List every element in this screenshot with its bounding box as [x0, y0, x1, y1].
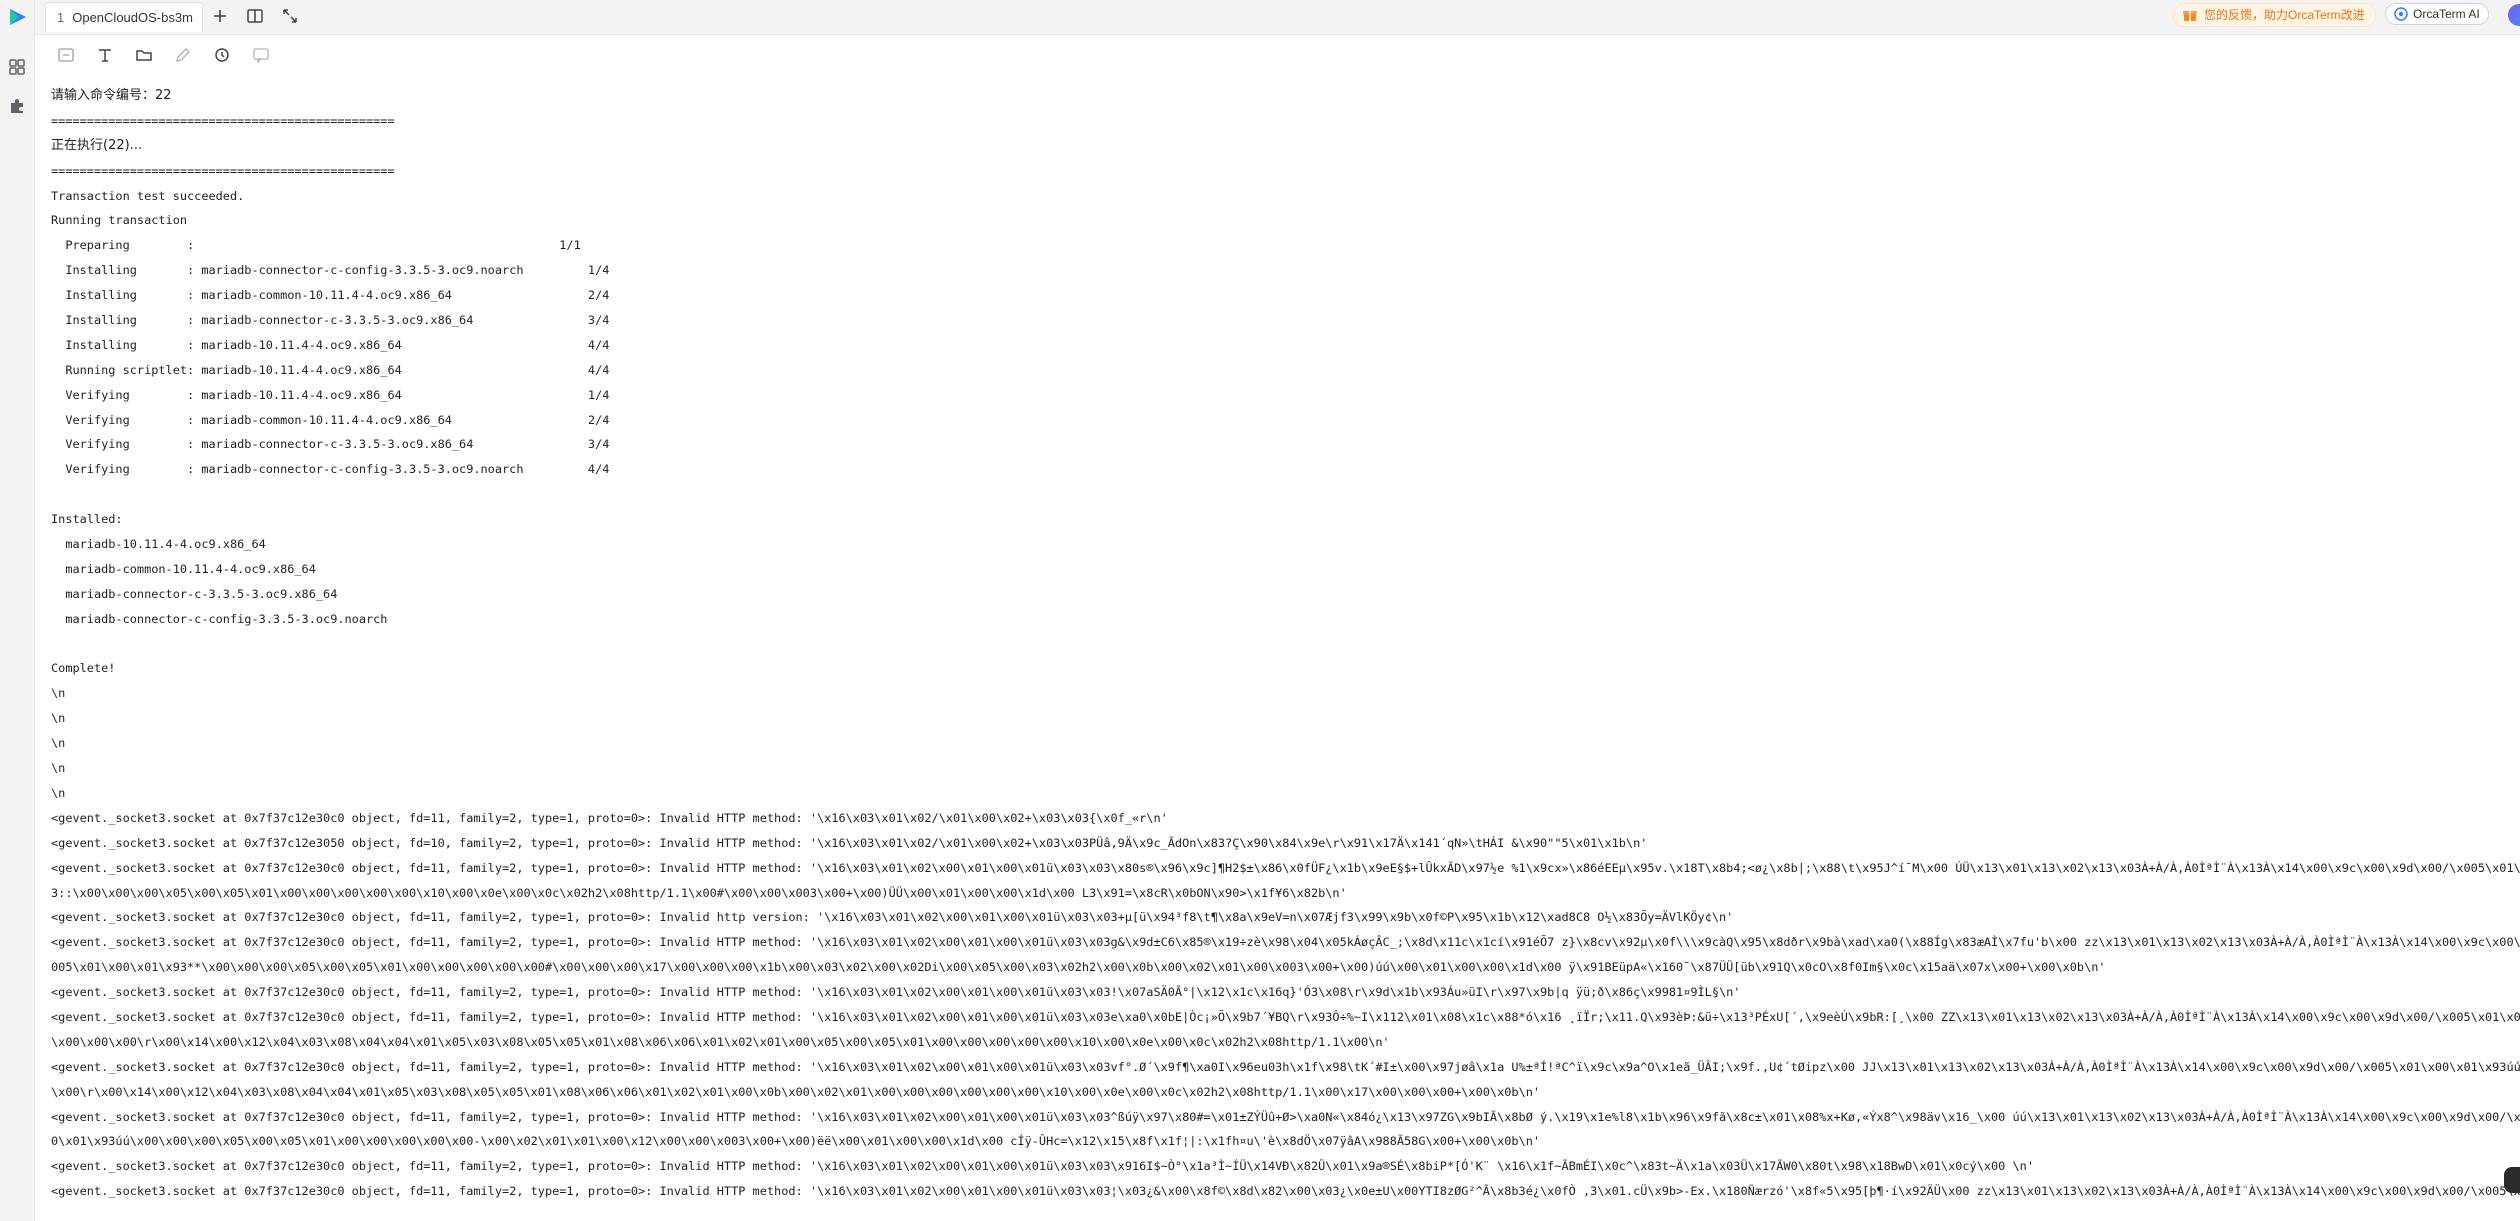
tab-session[interactable]: 1 OpenCloudOS-bs3m [45, 2, 203, 32]
terminal-toolbar [35, 35, 2520, 75]
terminal-line: \x00\x00\x00\r\x00\x14\x00\x12\x04\x03\x… [51, 1034, 1390, 1049]
add-tab-icon[interactable] [210, 6, 230, 26]
puzzle-icon[interactable] [8, 97, 26, 115]
terminal-line: <gevent._socket3.socket at 0x7f37c12e30c… [51, 810, 1168, 825]
terminal-line: \n [51, 711, 66, 726]
terminal-line: Running transaction [51, 213, 188, 228]
terminal-line: <gevent._socket3.socket at 0x7f37c12e30c… [51, 935, 2520, 950]
split-view-icon[interactable] [245, 6, 265, 26]
terminal-line: \x00\r\x00\x14\x00\x12\x04\x03\x08\x04\x… [51, 1084, 1541, 1099]
terminal-line: \n [51, 785, 66, 800]
terminal-line: Complete! [51, 661, 116, 676]
terminal-line: mariadb-10.11.4-4.oc9.x86_64 [51, 537, 266, 552]
terminal-line: 3::\x00\x00\x00\x05\x00\x05\x01\x00\x00\… [51, 885, 1347, 900]
ai-label: OrcaTerm AI [2413, 7, 2480, 21]
feedback-label: 您的反馈，助力OrcaTerm改进 [2204, 8, 2365, 22]
terminal-line: mariadb-connector-c-config-3.3.5-3.oc9.n… [51, 611, 388, 626]
terminal-line: <gevent._socket3.socket at 0x7f37c12e30c… [51, 1109, 2520, 1124]
terminal-line: <gevent._socket3.socket at 0x7f37c12e30c… [51, 910, 1734, 925]
terminal-line: <gevent._socket3.socket at 0x7f37c12e30c… [51, 1059, 2520, 1074]
terminal-line: \n [51, 761, 66, 776]
terminal-line: ========================================… [51, 113, 395, 128]
terminal-line: mariadb-common-10.11.4-4.oc9.x86_64 [51, 561, 316, 576]
terminal-line: Installed: [51, 512, 123, 527]
left-rail [0, 0, 35, 1221]
refresh-icon[interactable] [212, 45, 232, 65]
grid-icon[interactable] [8, 58, 26, 76]
chat-icon[interactable] [251, 45, 271, 65]
feedback-button[interactable]: 您的反馈，助力OrcaTerm改进 [2173, 3, 2376, 27]
terminal-line: \n [51, 736, 66, 751]
terminal-line: mariadb-connector-c-3.3.5-3.oc9.x86_64 [51, 586, 338, 601]
terminal-line: Installing : mariadb-10.11.4-4.oc9.x86_6… [51, 337, 610, 352]
terminal-line: 0\x01\x93úú\x00\x00\x00\x05\x00\x05\x01\… [51, 1134, 1541, 1149]
expand-icon[interactable] [280, 6, 300, 26]
terminal-line: ========================================… [51, 163, 395, 178]
terminal-line: Verifying : mariadb-10.11.4-4.oc9.x86_64… [51, 387, 610, 402]
terminal-output[interactable]: 请输入命令编号：22 ==============================… [51, 84, 2520, 1221]
terminal-line: \n [51, 686, 66, 701]
orcaterm-logo-icon[interactable] [7, 6, 29, 28]
avatar[interactable] [2508, 4, 2520, 26]
terminal-line: Transaction test succeeded. [51, 188, 245, 203]
terminal-line: Verifying : mariadb-common-10.11.4-4.oc9… [51, 412, 610, 427]
terminal-line: Preparing : 1/1 [51, 238, 581, 253]
app-window: 1 OpenCloudOS-bs3m 您的反馈，助力OrcaTerm改进 Orc… [0, 0, 2520, 1221]
terminal-line: <gevent._socket3.socket at 0x7f37c12e30c… [51, 1184, 2520, 1199]
terminal-line: 请输入命令编号：22 [51, 88, 172, 103]
tab-bar: 1 OpenCloudOS-bs3m 您的反馈，助力OrcaTerm改进 Orc… [35, 0, 2520, 35]
terminal-line: <gevent._socket3.socket at 0x7f37c12e30c… [51, 1009, 2520, 1024]
terminal-line: <gevent._socket3.socket at 0x7f37c12e305… [51, 835, 1648, 850]
ai-icon [2394, 7, 2408, 21]
gift-icon [2183, 11, 2197, 21]
terminal-line: Installing : mariadb-connector-c-config-… [51, 263, 610, 278]
edit-icon[interactable] [173, 45, 193, 65]
terminal-line: Verifying : mariadb-connector-c-3.3.5-3.… [51, 437, 610, 452]
terminal-line: Installing : mariadb-common-10.11.4-4.oc… [51, 288, 610, 303]
scroll-to-bottom-button[interactable] [2504, 1167, 2520, 1193]
folder-icon[interactable] [134, 45, 154, 65]
tab-title: OpenCloudOS-bs3m [72, 10, 193, 25]
tab-index: 1 [57, 10, 65, 25]
orcaterm-ai-button[interactable]: OrcaTerm AI [2385, 3, 2489, 25]
terminal-line: <gevent._socket3.socket at 0x7f37c12e30c… [51, 985, 1741, 1000]
terminal-line: <gevent._socket3.socket at 0x7f37c12e30c… [51, 1159, 2034, 1174]
terminal-line: Installing : mariadb-connector-c-3.3.5-3… [51, 313, 610, 328]
select-icon[interactable] [56, 45, 76, 65]
text-format-icon[interactable] [95, 45, 115, 65]
terminal-line: 005\x01\x00\x01\x93**\x00\x00\x00\x05\x0… [51, 960, 2106, 975]
terminal-line: Verifying : mariadb-connector-c-config-3… [51, 462, 610, 477]
terminal-line: Running scriptlet: mariadb-10.11.4-4.oc9… [51, 362, 610, 377]
terminal-line: 正在执行(22)... [51, 137, 143, 153]
terminal-line: <gevent._socket3.socket at 0x7f37c12e30c… [51, 860, 2520, 875]
